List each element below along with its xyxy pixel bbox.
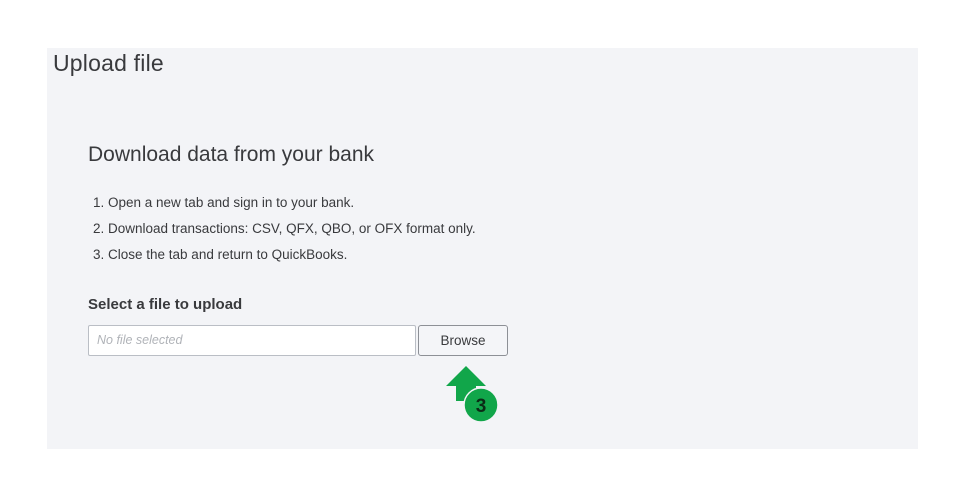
instruction-step: 2. Download transactions: CSV, QFX, QBO,… <box>93 221 476 236</box>
step-number: 3 <box>476 396 487 417</box>
browse-button[interactable]: Browse <box>418 325 508 356</box>
page-title: Upload file <box>53 50 164 76</box>
section-heading: Download data from your bank <box>88 143 374 166</box>
step-marker: 3 <box>446 366 499 422</box>
file-path-input[interactable]: No file selected <box>88 325 416 356</box>
instruction-list: 1. Open a new tab and sign in to your ba… <box>93 194 476 272</box>
instruction-step: 1. Open a new tab and sign in to your ba… <box>93 195 355 210</box>
instruction-step: 3. Close the tab and return to QuickBook… <box>93 247 348 262</box>
upload-label: Select a file to upload <box>88 296 243 313</box>
